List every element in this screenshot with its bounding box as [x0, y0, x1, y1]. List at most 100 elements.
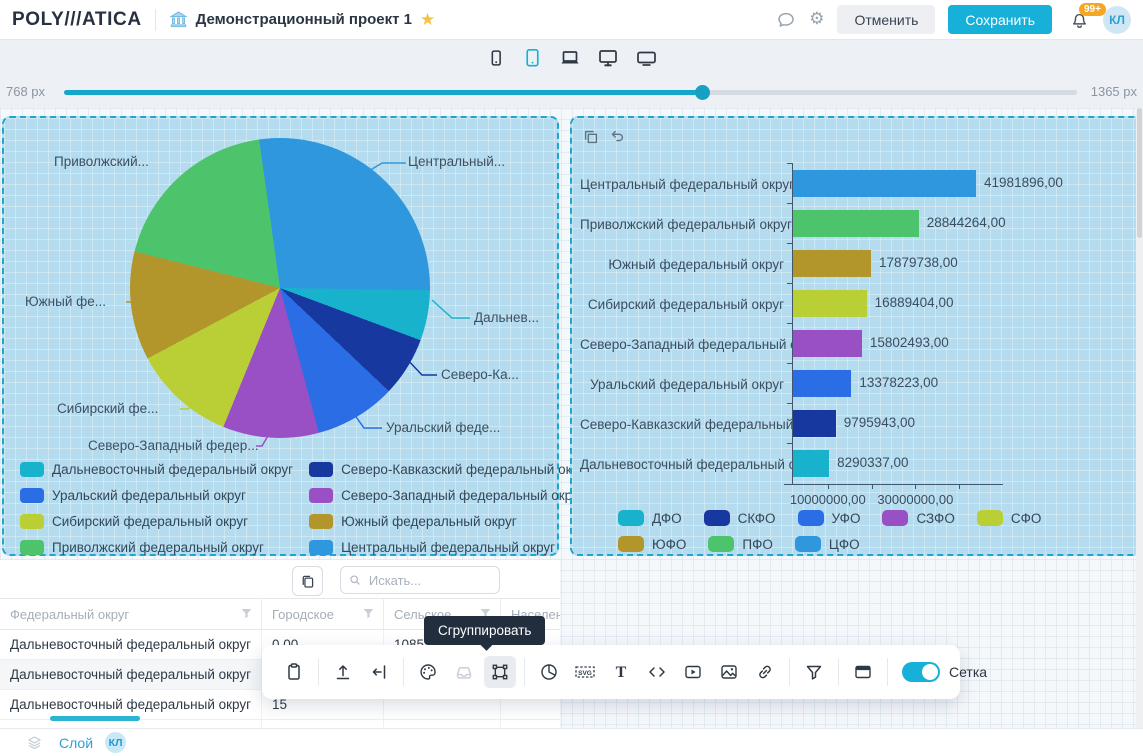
toolbar-divider [524, 658, 525, 686]
bar-x-axis: 10000000,0030000000,00 [784, 484, 1003, 485]
bar-row-СФО: Сибирский федеральный округ16889404,00 [580, 284, 1012, 324]
column-header-1[interactable]: Федеральный округ [0, 599, 262, 630]
bar-legend-item-ЮФО[interactable]: ЮФО [618, 536, 686, 552]
legend-item-СФО[interactable]: Сибирский федеральный округ [20, 514, 293, 529]
pie-chart[interactable] [130, 138, 430, 438]
panel-icon[interactable] [847, 656, 879, 688]
device-tablet-icon[interactable] [521, 46, 544, 70]
bar-ЦФО[interactable] [793, 170, 976, 197]
column-header-2[interactable]: Городское [262, 599, 384, 630]
search-input[interactable] [367, 572, 491, 589]
link-icon[interactable] [749, 656, 781, 688]
bar-category-label: Дальневосточный федеральный ок... [580, 457, 792, 472]
legend-item-ЮФО[interactable]: Южный федеральный округ [309, 514, 590, 529]
width-slider-handle[interactable] [695, 85, 710, 100]
device-size-bar [0, 40, 1143, 76]
legend-chip-ПФО [20, 540, 44, 555]
x-axis-tick [872, 484, 873, 489]
upload-icon[interactable] [327, 656, 359, 688]
code-icon[interactable] [641, 656, 673, 688]
bar-row-ЮФО: Южный федеральный округ17879738,00 [580, 244, 1012, 284]
bar-legend-chip-УФО [798, 510, 824, 526]
undo-arrow-icon[interactable] [608, 128, 626, 146]
bar-chart: Центральный федеральный округ41981896,00… [580, 164, 1012, 484]
bar-ДФО[interactable] [793, 450, 829, 477]
legend-item-ЦФО[interactable]: Центральный федеральный округ [309, 540, 590, 555]
table-cell: 0,00 [262, 720, 384, 729]
bar-legend-label: УФО [832, 511, 861, 526]
palette-icon[interactable] [412, 656, 444, 688]
chat-icon[interactable] [776, 10, 796, 30]
bar-СФО[interactable] [793, 290, 867, 317]
bar-legend-item-УФО[interactable]: УФО [798, 510, 861, 526]
bar-legend-label: ЦФО [829, 537, 860, 552]
device-phone-icon[interactable] [485, 46, 507, 70]
legend-item-ПФО[interactable]: Приволжский федеральный округ [20, 540, 293, 555]
pie-legend: Дальневосточный федеральный округ Северо-… [20, 462, 591, 555]
bar-legend-item-СКФО[interactable]: СКФО [704, 510, 776, 526]
favorite-star-icon[interactable]: ★ [420, 10, 435, 30]
cancel-button[interactable]: Отменить [837, 5, 935, 34]
bar-ПФО[interactable] [793, 210, 919, 237]
x-axis-tick-label: 30000000,00 [877, 492, 953, 507]
legend-item-УФО[interactable]: Уральский федеральный округ [20, 488, 293, 503]
text-icon[interactable]: T [605, 656, 637, 688]
dashboard-canvas[interactable]: Центральный...Дальнев...Северо-Ка...Урал… [0, 108, 1143, 728]
bar-legend-item-СФО[interactable]: СФО [977, 510, 1042, 526]
table-cell: Дальневосточный федеральный округ [0, 630, 262, 660]
bar-area: 16889404,00 [792, 284, 1011, 324]
avatar[interactable]: КЛ [1103, 6, 1131, 34]
bring-forward-icon[interactable] [582, 128, 600, 146]
video-icon[interactable] [677, 656, 709, 688]
gear-icon[interactable]: ⚙ [809, 11, 824, 28]
filter-funnel-icon[interactable] [240, 607, 253, 620]
grid-toggle[interactable] [902, 662, 940, 682]
bar-legend-item-ПФО[interactable]: ПФО [708, 536, 772, 552]
layer-tab[interactable]: Слой [59, 735, 93, 751]
device-tv-icon[interactable] [634, 46, 659, 70]
tray-icon[interactable] [448, 656, 480, 688]
clipboard-icon[interactable] [278, 656, 310, 688]
bank-icon [169, 10, 188, 29]
bar-value-label: 15802493,00 [870, 335, 949, 350]
image-icon[interactable] [713, 656, 745, 688]
bar-УФО[interactable] [793, 370, 851, 397]
pie-chart-widget[interactable]: Центральный...Дальнев...Северо-Ка...Урал… [2, 116, 559, 556]
bar-СКФО[interactable] [793, 410, 836, 437]
vertical-scrollbar-thumb[interactable] [1137, 108, 1142, 238]
layers-icon[interactable] [26, 734, 43, 751]
pie-chart-icon[interactable] [533, 656, 565, 688]
collapse-left-icon[interactable] [363, 656, 395, 688]
x-axis-tick [915, 484, 916, 489]
x-axis-tick [959, 484, 960, 489]
table-horizontal-scrollbar[interactable] [50, 716, 140, 721]
save-button[interactable]: Сохранить [948, 5, 1052, 34]
legend-item-СКФО[interactable]: Северо-Кавказский федеральный округ [309, 462, 590, 477]
notifications-bell[interactable]: 99+ [1069, 9, 1090, 30]
bar-ЮФО[interactable] [793, 250, 871, 277]
filter-icon[interactable] [798, 656, 830, 688]
bar-chart-widget[interactable]: Центральный федеральный округ41981896,00… [570, 116, 1141, 556]
copy-button[interactable] [292, 566, 323, 596]
bar-legend-item-ДФО[interactable]: ДФО [618, 510, 682, 526]
device-laptop-icon[interactable] [558, 46, 582, 70]
legend-label: Северо-Кавказский федеральный округ [341, 462, 590, 477]
table-search[interactable] [340, 566, 500, 594]
legend-item-ДФО[interactable]: Дальневосточный федеральный округ [20, 462, 293, 477]
legend-chip-ЮФО [309, 514, 333, 529]
bar-value-label: 8290337,00 [837, 455, 908, 470]
width-slider-track[interactable] [64, 90, 1077, 95]
toolbar-divider [887, 658, 888, 686]
bar-legend-item-ЦФО[interactable]: ЦФО [795, 536, 860, 552]
bar-СЗФО[interactable] [793, 330, 862, 357]
svg-icon[interactable]: SVG [569, 656, 601, 688]
device-desktop-icon[interactable] [596, 46, 620, 70]
bar-row-УФО: Уральский федеральный округ13378223,00 [580, 364, 1012, 404]
bar-legend-item-СЗФО[interactable]: СЗФО [882, 510, 954, 526]
bar-category-label: Северо-Кавказский федеральный ... [580, 417, 792, 432]
group-icon[interactable] [484, 656, 516, 688]
vertical-scrollbar[interactable] [1136, 108, 1143, 728]
bar-area: 13378223,00 [792, 364, 1011, 404]
legend-item-СЗФО[interactable]: Северо-Западный федеральный округ [309, 488, 590, 503]
filter-funnel-icon[interactable] [362, 607, 375, 620]
